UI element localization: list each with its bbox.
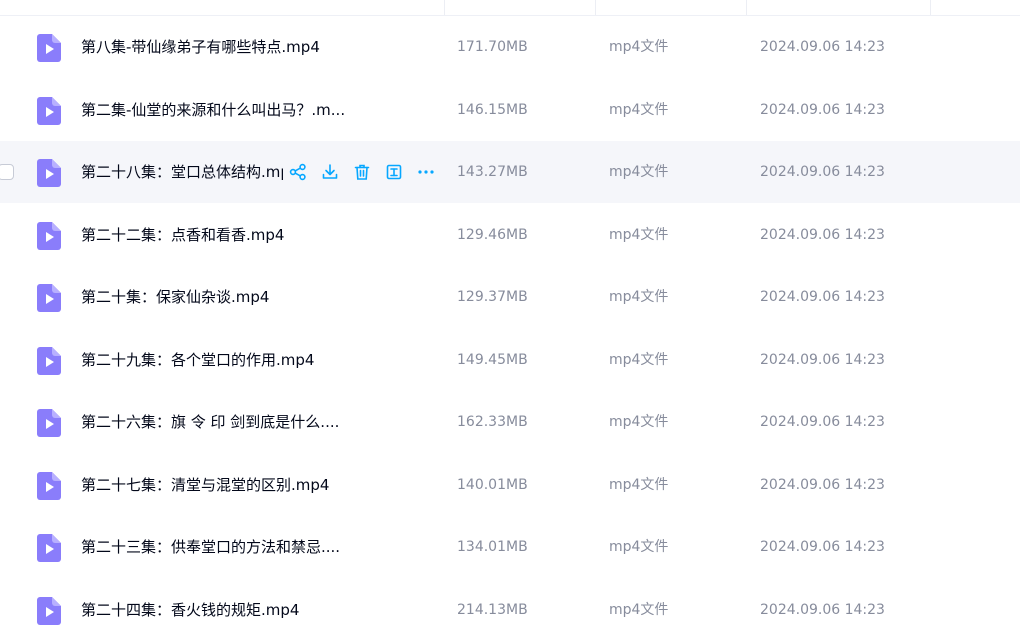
download-icon[interactable] — [318, 160, 342, 184]
file-modified-date: 2024.09.06 14:23 — [760, 226, 885, 243]
column-divider[interactable] — [746, 0, 747, 15]
file-name[interactable]: 第二十集：保家仙杂谈.mp4 — [81, 266, 269, 328]
video-file-icon — [37, 596, 61, 625]
file-type: mp4文件 — [609, 414, 669, 430]
file-row[interactable]: 第二十集：保家仙杂谈.mp4 129.37MB mp4文件 2024.09.06 14… — [0, 266, 1020, 328]
video-file-icon — [37, 34, 61, 62]
video-file-icon — [37, 221, 61, 250]
file-size: 149.45MB — [457, 351, 528, 368]
file-name[interactable]: 第八集-带仙缘弟子有哪些特点.mp4 — [81, 16, 320, 78]
file-type: mp4文件 — [609, 539, 669, 555]
video-file-icon — [37, 96, 61, 125]
file-name[interactable]: 第二十二集：点香和看香.mp4 — [81, 204, 284, 266]
file-type: mp4文件 — [609, 101, 669, 118]
file-modified-date: 2024.09.06 14:23 — [760, 164, 885, 180]
file-name[interactable]: 第二十三集：供奉堂口的方法和禁忌.... — [81, 516, 340, 578]
file-modified-date: 2024.09.06 14:23 — [760, 39, 885, 55]
more-icon[interactable] — [414, 160, 438, 184]
file-name[interactable]: 第二集-仙堂的来源和什么叫出马？.m... — [81, 79, 345, 141]
file-size: 146.15MB — [457, 101, 528, 118]
share-icon[interactable] — [286, 160, 310, 184]
file-size: 171.70MB — [457, 39, 528, 55]
file-type: mp4文件 — [609, 476, 669, 493]
file-modified-date: 2024.09.06 14:23 — [760, 414, 885, 430]
file-type: mp4文件 — [609, 164, 669, 180]
file-modified-date: 2024.09.06 14:23 — [760, 476, 885, 493]
file-row[interactable]: 第二集-仙堂的来源和什么叫出马？.m... 146.15MB mp4文件 2024.0… — [0, 78, 1020, 141]
file-row[interactable]: 第二十二集：点香和看香.mp4 129.46MB mp4文件 2024.09.06 1… — [0, 203, 1020, 266]
file-row[interactable]: 第二十九集：各个堂口的作用.mp4 149.45MB mp4文件 2024.09.06… — [0, 328, 1020, 391]
video-file-icon — [37, 471, 61, 500]
column-header — [0, 0, 1020, 16]
file-size: 140.01MB — [457, 476, 528, 493]
file-modified-date: 2024.09.06 14:23 — [760, 101, 885, 118]
video-file-icon — [37, 534, 61, 562]
column-divider[interactable] — [444, 0, 445, 15]
file-size: 129.37MB — [457, 289, 528, 305]
video-file-icon — [37, 159, 61, 187]
row-checkbox[interactable] — [0, 164, 14, 180]
file-type: mp4文件 — [609, 351, 669, 368]
file-modified-date: 2024.09.06 14:23 — [760, 351, 885, 368]
row-actions — [286, 160, 446, 184]
file-size: 134.01MB — [457, 539, 528, 555]
file-size: 129.46MB — [457, 226, 528, 243]
delete-icon[interactable] — [350, 160, 374, 184]
file-name[interactable]: 第二十九集：各个堂口的作用.mp4 — [81, 329, 314, 391]
file-size: 214.13MB — [457, 601, 528, 618]
file-name[interactable]: 第二十七集：清堂与混堂的区别.mp4 — [81, 454, 329, 516]
column-divider[interactable] — [930, 0, 931, 15]
file-row[interactable]: 第二十八集：堂口总体结构.mp4 143.27MB mp4文件 2024.09.06 … — [0, 141, 1020, 203]
file-type: mp4文件 — [609, 289, 669, 305]
video-file-icon — [37, 409, 61, 437]
file-row[interactable]: 第二十三集：供奉堂口的方法和禁忌.... 134.01MB mp4文件 2024.09… — [0, 516, 1020, 578]
file-row[interactable]: 第二十六集：旗 令 印 剑到底是什么.... 162.33MB mp4文件 2024.… — [0, 391, 1020, 453]
text-extract-icon[interactable] — [382, 160, 406, 184]
file-type: mp4文件 — [609, 226, 669, 243]
file-type: mp4文件 — [609, 39, 669, 55]
file-row[interactable]: 第二十七集：清堂与混堂的区别.mp4 140.01MB mp4文件 2024.09.0… — [0, 453, 1020, 516]
file-modified-date: 2024.09.06 14:23 — [760, 539, 885, 555]
column-divider[interactable] — [595, 0, 596, 15]
file-size: 162.33MB — [457, 414, 528, 430]
file-size: 143.27MB — [457, 164, 528, 180]
file-name[interactable]: 第二十六集：旗 令 印 剑到底是什么.... — [81, 391, 339, 453]
file-list: 第八集-带仙缘弟子有哪些特点.mp4 171.70MB mp4文件 2024.09.0… — [0, 0, 1020, 631]
file-name[interactable]: 第二十四集：香火钱的规矩.mp4 — [81, 579, 299, 631]
file-modified-date: 2024.09.06 14:23 — [760, 289, 885, 305]
video-file-icon — [37, 284, 61, 312]
file-type: mp4文件 — [609, 601, 669, 618]
file-row[interactable]: 第二十四集：香火钱的规矩.mp4 214.13MB mp4文件 2024.09.06 … — [0, 578, 1020, 631]
video-file-icon — [37, 346, 61, 375]
file-name[interactable]: 第二十八集：堂口总体结构.mp4 — [81, 141, 283, 203]
file-modified-date: 2024.09.06 14:23 — [760, 601, 885, 618]
file-row[interactable]: 第八集-带仙缘弟子有哪些特点.mp4 171.70MB mp4文件 2024.09.0… — [0, 16, 1020, 78]
